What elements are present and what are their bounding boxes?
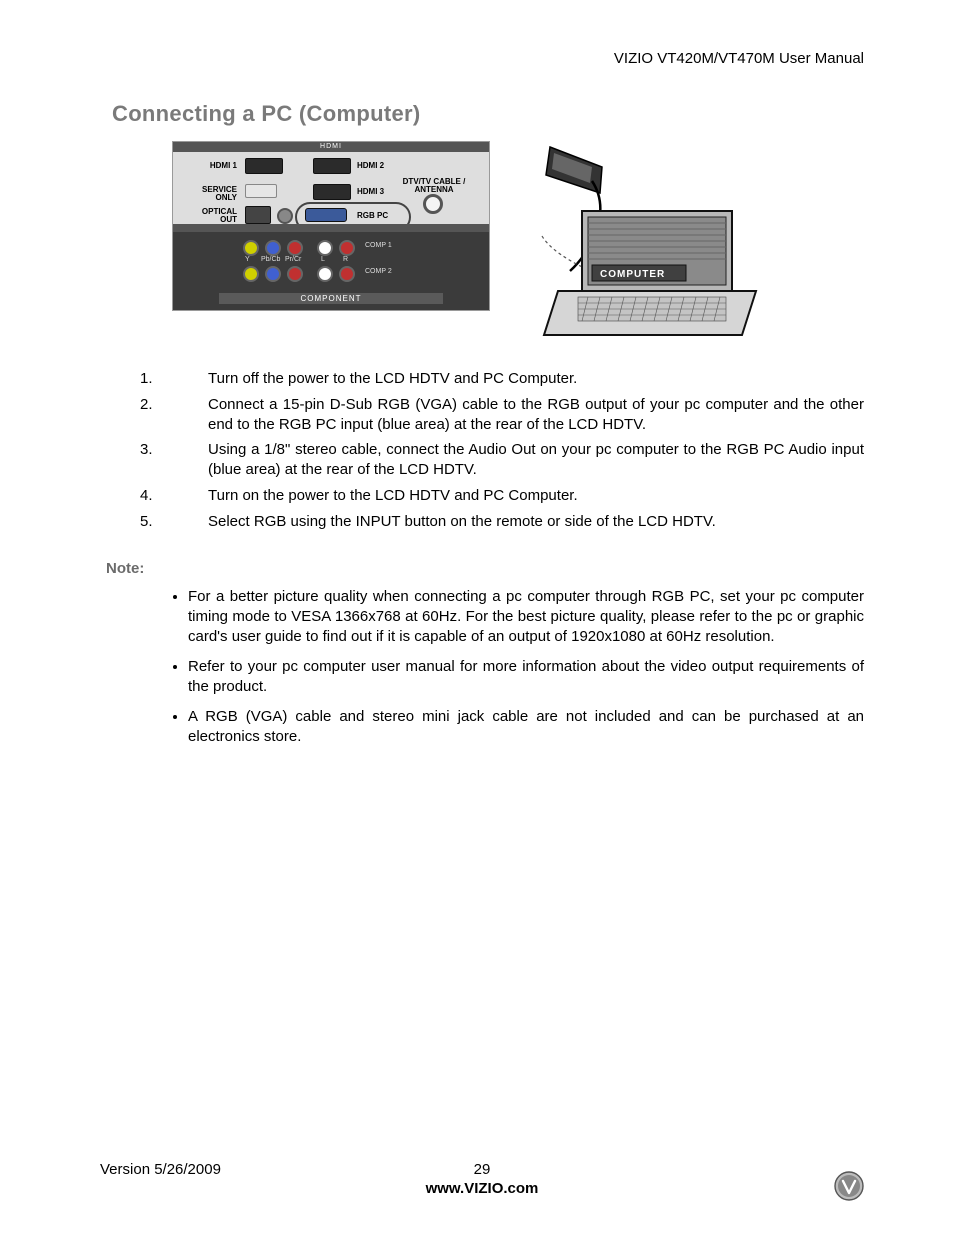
label-comp2: COMP 2: [365, 268, 392, 275]
list-item: A RGB (VGA) cable and stereo mini jack c…: [188, 707, 864, 747]
step-number: 2.: [140, 395, 208, 435]
jack-pr1: [287, 240, 303, 256]
jack-pb2: [265, 266, 281, 282]
laptop-figure: COMPUTER: [502, 141, 762, 351]
lbl-pb: Pb/Cb: [261, 256, 280, 263]
step-number: 3.: [140, 440, 208, 480]
port-service: [245, 184, 277, 198]
step-number: 4.: [140, 486, 208, 506]
label-hdmi1: HDMI 1: [203, 162, 237, 170]
jack-pb1: [265, 240, 281, 256]
laptop-svg: COMPUTER: [502, 141, 762, 356]
port-hdmi1: [245, 158, 283, 174]
label-antenna: DTV/TV CABLE / ANTENNA: [399, 178, 469, 194]
label-optical: OPTICAL OUT: [191, 208, 237, 224]
step-text: Using a 1/8" stereo cable, connect the A…: [208, 440, 864, 480]
port-hdmi3: [313, 184, 351, 200]
list-item: 1.Turn off the power to the LCD HDTV and…: [140, 369, 864, 389]
step-number: 5.: [140, 512, 208, 532]
page: VIZIO VT420M/VT470M User Manual Connecti…: [0, 0, 954, 1235]
step-number: 1.: [140, 369, 208, 389]
port-antenna: [423, 194, 443, 214]
list-item: 3.Using a 1/8" stereo cable, connect the…: [140, 440, 864, 480]
port-rgb-audio: [277, 208, 293, 224]
step-text: Connect a 15-pin D-Sub RGB (VGA) cable t…: [208, 395, 864, 435]
jack-y2: [243, 266, 259, 282]
panel-divider: [173, 224, 489, 232]
rear-panel-figure: HDMI HDMI 1 HDMI 2 SERVICE ONLY HDMI 3 D…: [172, 141, 490, 351]
port-hdmi2: [313, 158, 351, 174]
jack-l1: [317, 240, 333, 256]
lbl-l: L: [321, 256, 325, 263]
label-component: COMPONENT: [219, 293, 443, 304]
footer-page-number: 29: [452, 1161, 512, 1178]
note-label: Note:: [106, 560, 864, 577]
label-comp1: COMP 1: [365, 242, 392, 249]
section-title: Connecting a PC (Computer): [112, 101, 864, 127]
header-manual-title: VIZIO VT420M/VT470M User Manual: [100, 50, 864, 67]
figure-row: HDMI HDMI 1 HDMI 2 SERVICE ONLY HDMI 3 D…: [172, 141, 864, 351]
footer-version: Version 5/26/2009: [100, 1161, 452, 1178]
step-text: Select RGB using the INPUT button on the…: [208, 512, 864, 532]
lbl-r: R: [343, 256, 348, 263]
list-item: 5.Select RGB using the INPUT button on t…: [140, 512, 864, 532]
laptop-label: COMPUTER: [600, 269, 665, 280]
jack-y1: [243, 240, 259, 256]
jack-r1: [339, 240, 355, 256]
label-hdmi2: HDMI 2: [357, 162, 391, 170]
jack-pr2: [287, 266, 303, 282]
list-item: Refer to your pc computer user manual fo…: [188, 657, 864, 697]
steps-list: 1.Turn off the power to the LCD HDTV and…: [140, 369, 864, 532]
hdmi-top-label: HDMI: [173, 142, 489, 152]
vizio-logo-icon: [834, 1171, 864, 1201]
list-item: 4.Turn on the power to the LCD HDTV and …: [140, 486, 864, 506]
jack-l2: [317, 266, 333, 282]
lbl-pr: Pr/Cr: [285, 256, 301, 263]
port-optical: [245, 206, 271, 224]
notes-list: For a better picture quality when connec…: [170, 587, 864, 748]
list-item: For a better picture quality when connec…: [188, 587, 864, 647]
component-section: COMP 1 Y Pb/Cb Pr/Cr L R COMP 2 COMPONEN…: [173, 232, 489, 310]
label-service: SERVICE ONLY: [191, 186, 237, 202]
footer: Version 5/26/2009 29 www.VIZIO.com: [100, 1161, 864, 1197]
lbl-y: Y: [245, 256, 250, 263]
step-text: Turn on the power to the LCD HDTV and PC…: [208, 486, 864, 506]
list-item: 2.Connect a 15-pin D-Sub RGB (VGA) cable…: [140, 395, 864, 435]
jack-r2: [339, 266, 355, 282]
tv-rear-panel: HDMI HDMI 1 HDMI 2 SERVICE ONLY HDMI 3 D…: [172, 141, 490, 311]
footer-url: www.VIZIO.com: [100, 1180, 864, 1197]
label-hdmi3: HDMI 3: [357, 188, 391, 196]
step-text: Turn off the power to the LCD HDTV and P…: [208, 369, 864, 389]
